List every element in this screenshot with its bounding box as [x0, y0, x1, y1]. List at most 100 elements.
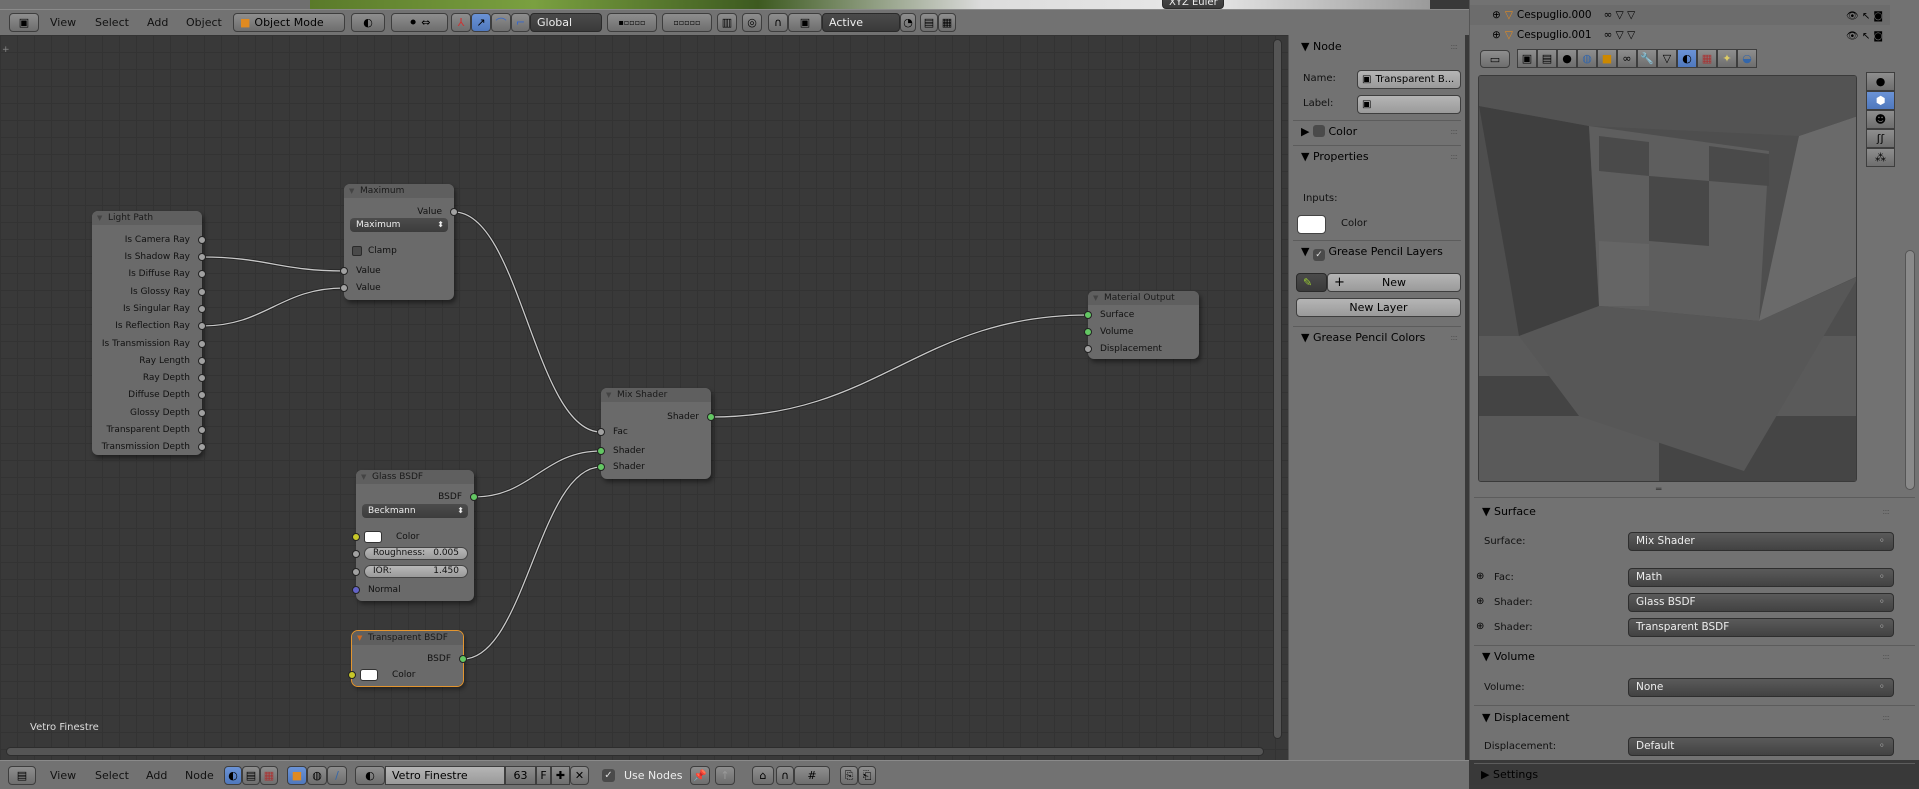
- node-header[interactable]: Light Path: [92, 211, 202, 225]
- visibility-icons[interactable]: 👁 ↖ ◙ 👁 ↖ ◙: [1846, 7, 1883, 47]
- value-socket[interactable]: [198, 288, 206, 296]
- node-name-field[interactable]: ▣ Transparent B...: [1357, 70, 1461, 89]
- surface-shader-field[interactable]: Mix Shader: [1628, 532, 1894, 551]
- value-socket[interactable]: [198, 322, 206, 330]
- editor-type-button[interactable]: ▣: [9, 13, 39, 32]
- value-socket[interactable]: [352, 568, 360, 576]
- preview-resize-handle[interactable]: ═: [1656, 485, 1661, 495]
- clamp-checkbox[interactable]: [352, 246, 362, 256]
- panel-color[interactable]: ▶ Color: [1301, 125, 1357, 138]
- panel-settings[interactable]: ▶ Settings: [1481, 768, 1538, 781]
- node-label-field[interactable]: ▣: [1357, 95, 1461, 114]
- color-swatch[interactable]: [360, 669, 378, 681]
- shader-socket[interactable]: [1084, 328, 1092, 336]
- value-socket[interactable]: [1084, 345, 1092, 353]
- material-name-field[interactable]: Vetro Finestre: [385, 766, 505, 785]
- value-socket[interactable]: [198, 374, 206, 382]
- render-anim-button[interactable]: ▦: [938, 13, 956, 32]
- snap-target-dropdown[interactable]: Active: [822, 13, 900, 32]
- gp-checkbox[interactable]: ✓: [1312, 249, 1325, 261]
- value-socket[interactable]: [340, 284, 348, 292]
- shader-socket[interactable]: [470, 493, 478, 501]
- color-swatch[interactable]: [364, 531, 382, 543]
- spheres-preview-icon[interactable]: ⁂: [1866, 148, 1895, 167]
- material-browse-button[interactable]: ◐: [355, 766, 385, 785]
- color-socket[interactable]: [348, 671, 356, 679]
- constraints-tab-icon[interactable]: ∞: [1617, 49, 1637, 68]
- fac-field[interactable]: Math: [1628, 568, 1894, 587]
- menu-add[interactable]: Add: [147, 10, 168, 35]
- snap-element-dropdown[interactable]: #: [794, 766, 830, 785]
- node-link[interactable]: [710, 314, 1089, 418]
- manipulator-scale[interactable]: ⌒: [491, 13, 511, 32]
- snap-button[interactable]: ∩: [768, 13, 788, 32]
- menu-node[interactable]: Node: [185, 761, 214, 789]
- node-header[interactable]: Mix Shader: [601, 388, 711, 402]
- editor-type-button[interactable]: ▤: [8, 766, 36, 785]
- menu-view[interactable]: View: [50, 10, 76, 35]
- render-tab-icon[interactable]: ▣: [1517, 49, 1537, 68]
- snap-element-button[interactable]: ▣: [788, 13, 822, 32]
- expand-shader1-icon[interactable]: ⊕: [1476, 596, 1484, 607]
- expand-icon[interactable]: ⊕: [1492, 29, 1501, 41]
- outliner-row[interactable]: ⊕ ▽ Cespuglio.001 ∞ ▽ ▽: [1492, 25, 1635, 45]
- value-socket[interactable]: [198, 409, 206, 417]
- value-socket[interactable]: [198, 357, 206, 365]
- value-socket[interactable]: [198, 305, 206, 313]
- expand-icon[interactable]: ⊕: [1492, 9, 1501, 21]
- value-socket[interactable]: [198, 236, 206, 244]
- number-field[interactable]: Roughness: 0.005: [364, 547, 468, 560]
- menu-view[interactable]: View: [50, 761, 76, 789]
- node-light-path[interactable]: Light Path Is Camera Ray Is Shadow Ray Is D…: [92, 211, 206, 455]
- compositing-nodes-button[interactable]: ▤: [242, 766, 260, 785]
- mode-dropdown[interactable]: ■ Object Mode: [233, 13, 345, 32]
- go-parent-button[interactable]: ↑: [715, 766, 735, 785]
- shader1-field[interactable]: Glass BSDF: [1628, 593, 1894, 612]
- panel-properties[interactable]: ▼ Properties: [1301, 150, 1369, 163]
- panel-grease-pencil-layers[interactable]: ▼ ✓ Grease Pencil Layers: [1301, 245, 1443, 261]
- node-mix[interactable]: Mix Shader Shader Fac Shader Shader: [597, 388, 715, 479]
- object-shader-button[interactable]: ■: [287, 766, 307, 785]
- pin-button[interactable]: 📌: [690, 766, 710, 785]
- manipulator-extra[interactable]: ⌐: [511, 13, 530, 32]
- render-layers-tab-icon[interactable]: ▤: [1537, 49, 1557, 68]
- value-socket[interactable]: [198, 253, 206, 261]
- value-socket[interactable]: [340, 267, 348, 275]
- value-socket[interactable]: [198, 340, 206, 348]
- orientation-dropdown[interactable]: Global: [530, 13, 602, 32]
- color-checkbox[interactable]: [1312, 125, 1325, 137]
- use-nodes-checkbox[interactable]: ✓: [602, 769, 615, 782]
- texture-tab-icon[interactable]: ▦: [1697, 49, 1717, 68]
- shader-socket[interactable]: [1084, 311, 1092, 319]
- new-material-button[interactable]: ✚: [551, 766, 570, 785]
- modifiers-tab-icon[interactable]: 🔧: [1637, 49, 1657, 68]
- editor-type-button[interactable]: ▭: [1480, 50, 1510, 68]
- align-rotation-button[interactable]: ◔: [900, 13, 916, 32]
- value-socket[interactable]: [450, 208, 458, 216]
- copy-nodes-button[interactable]: ⎘: [840, 766, 858, 785]
- node-glass[interactable]: Glass BSDF BSDF Beckmann Color Roughness: 0.0…: [352, 470, 478, 601]
- hair-preview-icon[interactable]: ʃʃ: [1866, 129, 1895, 148]
- value-socket[interactable]: [198, 443, 206, 451]
- input-color-swatch[interactable]: [1297, 215, 1326, 234]
- menu-select[interactable]: Select: [95, 10, 129, 35]
- linestyle-shader-button[interactable]: /: [327, 766, 347, 785]
- panel-node[interactable]: ▼ Node: [1301, 40, 1342, 53]
- node-link[interactable]: [201, 256, 345, 272]
- menu-add[interactable]: Add: [146, 761, 167, 789]
- fake-user-button[interactable]: F: [536, 766, 551, 785]
- material-tab-icon[interactable]: ◐: [1677, 49, 1697, 68]
- data-tab-icon[interactable]: ▽: [1657, 49, 1677, 68]
- shader-socket[interactable]: [597, 463, 605, 471]
- pivot-dropdown[interactable]: ⚫ ⇔: [391, 13, 448, 32]
- layers-2[interactable]: ▫▫▫▫▫: [662, 13, 712, 32]
- backdrop-button[interactable]: ⌂: [752, 766, 774, 785]
- node-dropdown[interactable]: Beckmann: [362, 504, 468, 518]
- object-tab-icon[interactable]: ■: [1597, 49, 1617, 68]
- scene-tab-icon[interactable]: ●: [1557, 49, 1577, 68]
- node-transparent[interactable]: Transparent BSDF BSDF Color: [348, 630, 467, 687]
- node-editor[interactable]: Light Path Is Camera Ray Is Shadow Ray Is D…: [0, 35, 1288, 760]
- value-socket[interactable]: [198, 270, 206, 278]
- properties-scrollbar[interactable]: [1905, 250, 1915, 490]
- monkey-preview-icon[interactable]: ☻: [1866, 110, 1895, 129]
